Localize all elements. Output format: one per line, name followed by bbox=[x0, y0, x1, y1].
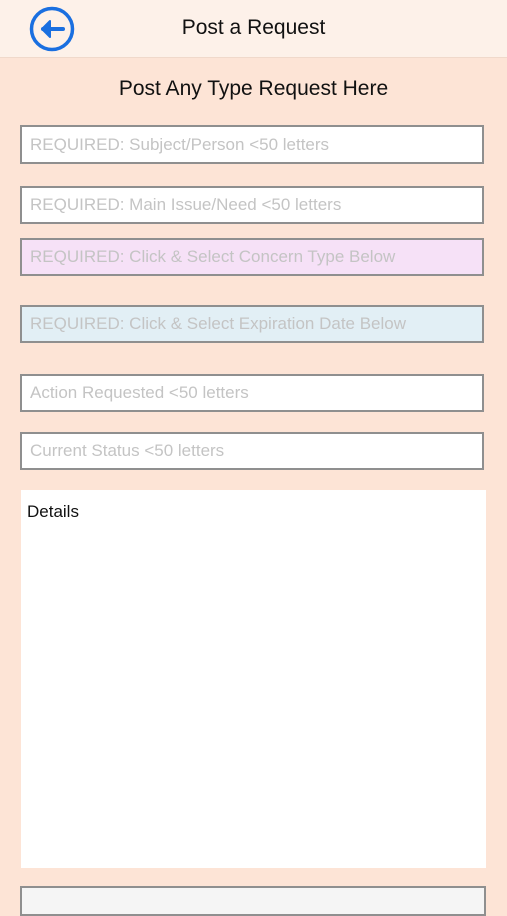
action-requested-input[interactable] bbox=[20, 374, 484, 412]
navigation-bar: Post a Request bbox=[0, 0, 507, 58]
page-title: Post a Request bbox=[181, 16, 326, 39]
bottom-field-partial[interactable] bbox=[20, 886, 486, 916]
form-heading: Post Any Type Request Here bbox=[118, 77, 389, 100]
concern-type-field[interactable] bbox=[20, 238, 484, 276]
details-label: Details bbox=[27, 502, 79, 521]
details-textarea[interactable]: Details bbox=[21, 490, 486, 868]
expiration-date-field[interactable] bbox=[20, 305, 484, 343]
main-issue-input[interactable] bbox=[20, 186, 484, 224]
subject-input[interactable] bbox=[20, 125, 484, 164]
current-status-input[interactable] bbox=[20, 432, 484, 470]
